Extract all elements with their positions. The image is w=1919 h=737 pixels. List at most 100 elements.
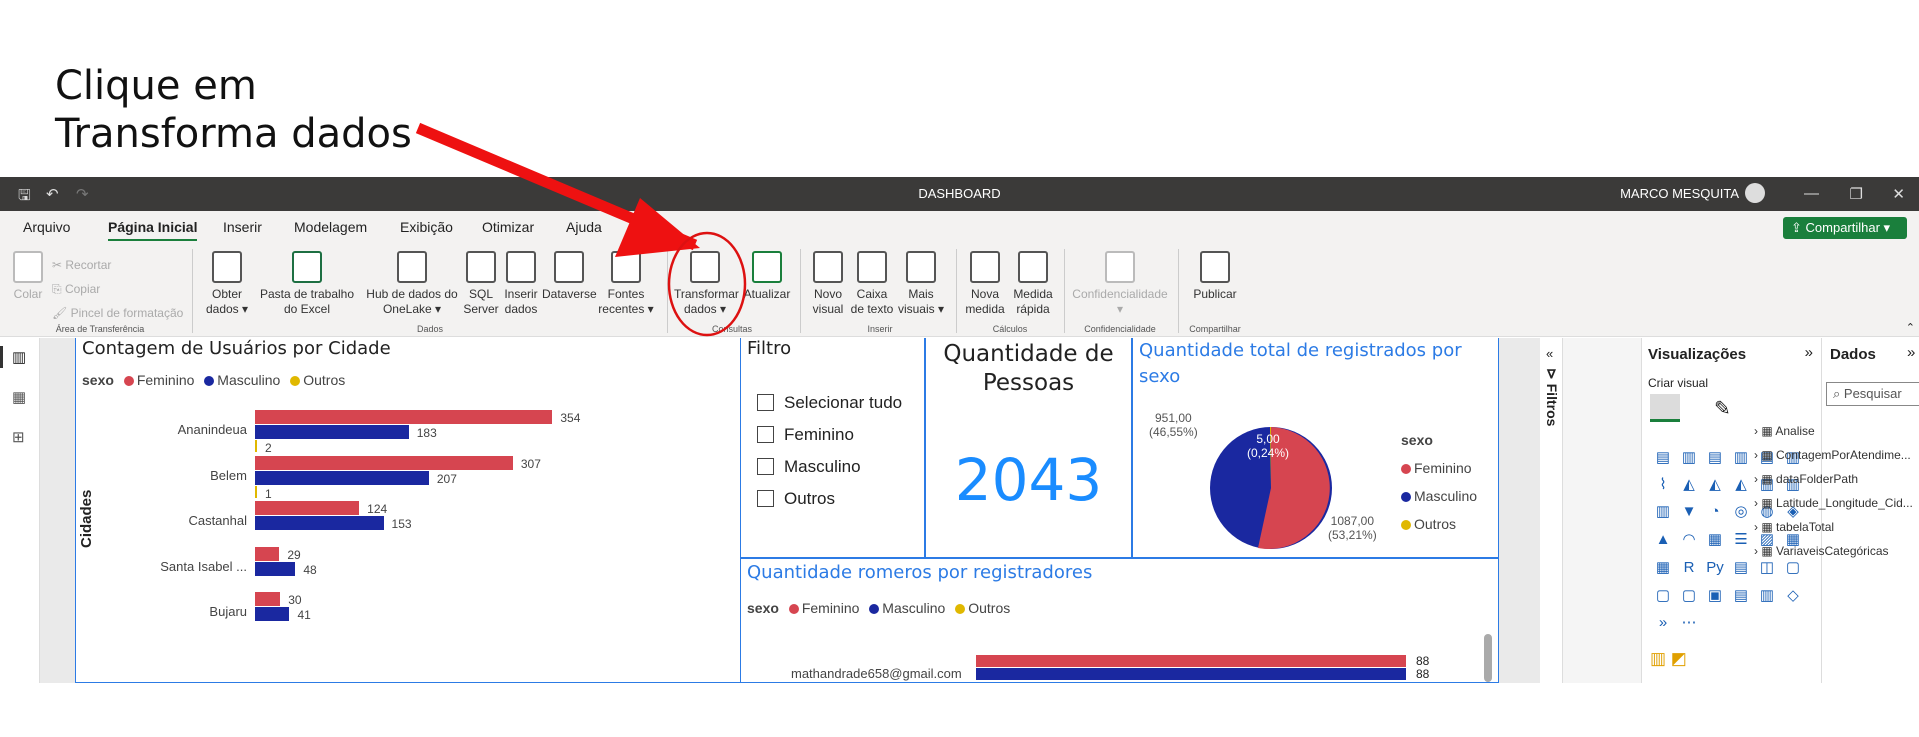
sensitivity-button[interactable]: Confidencialidade ▾ (1068, 251, 1172, 317)
visual-type-icon[interactable]: ▢ (1650, 586, 1676, 613)
visual-type-icon[interactable]: ▥ (1676, 448, 1702, 475)
cut-button[interactable]: ✂ Recortar (52, 253, 183, 277)
bar-outros[interactable] (255, 485, 257, 498)
checkbox-select-all[interactable]: Selecionar tudo (757, 393, 902, 413)
bar-masculino[interactable] (255, 470, 429, 485)
table-item[interactable]: › ▦ ContagemPorAtendime... (1754, 448, 1911, 462)
visual-type-icon[interactable]: ▣ (1702, 586, 1728, 613)
visual-type-icon[interactable]: ▦ (1650, 558, 1676, 585)
visual-type-icon[interactable]: ▤ (1728, 586, 1754, 613)
visual-type-icon[interactable]: Py (1702, 559, 1728, 586)
build-visual-icon[interactable] (1650, 394, 1680, 422)
visual-type-icon[interactable]: ◭ (1702, 475, 1728, 502)
visual-type-icon[interactable]: ▥ (1754, 586, 1780, 613)
bar-outros[interactable] (255, 440, 257, 452)
collapse-data-icon[interactable]: » (1907, 344, 1915, 361)
dataverse-button[interactable]: Dataverse (542, 251, 597, 302)
table-item[interactable]: › ▦ Analise (1754, 424, 1815, 438)
collapse-ribbon-icon[interactable]: ⌃ (1906, 321, 1915, 334)
visual-type-icon[interactable]: ▤ (1650, 448, 1676, 475)
expand-filters-icon[interactable]: « (1546, 346, 1553, 361)
recent-sources-button[interactable]: Fontes recentes ▾ (598, 251, 654, 317)
bar-feminino[interactable] (255, 592, 281, 606)
quick-measure-button[interactable]: Medida rápida (1010, 251, 1056, 317)
publish-button[interactable]: Publicar (1186, 251, 1244, 302)
tab-ajuda[interactable]: Ajuda (566, 219, 602, 235)
visual-type-icon[interactable]: ◔ (1702, 503, 1728, 530)
visual-type-icon[interactable]: ◭ (1676, 475, 1702, 502)
copy-button[interactable]: ⎘ Copiar (52, 277, 183, 301)
visual-type-icon[interactable]: ◠ (1676, 530, 1702, 557)
bar-masculino[interactable] (255, 516, 384, 530)
visual-type-icon[interactable]: ▥ (1728, 448, 1754, 475)
table-item[interactable]: › ▦ tabelaTotal (1754, 520, 1834, 534)
sql-server-button[interactable]: SQL Server (462, 251, 500, 317)
onelake-button[interactable]: Hub de dados do OneLake ▾ (364, 251, 460, 317)
bar-chart-visual[interactable]: Contagem de Usuários por Cidade sexo Fem… (75, 338, 775, 683)
bar-feminino[interactable] (255, 410, 553, 424)
bar-feminino[interactable] (255, 501, 360, 515)
visual-type-icon[interactable]: ▤ (1702, 448, 1728, 475)
bottom-scrollbar[interactable] (1484, 634, 1492, 682)
visual-type-icon[interactable]: ⋯ (1676, 613, 1702, 640)
new-measure-button[interactable]: Nova medida (962, 251, 1008, 317)
visual-type-icon[interactable]: ▦ (1702, 530, 1728, 557)
paste-button[interactable]: Colar (10, 251, 46, 302)
visual-type-icon[interactable]: ◭ (1728, 475, 1754, 502)
visual-type-icon[interactable]: ▢ (1780, 558, 1806, 585)
checkbox-feminino[interactable]: Feminino (757, 425, 854, 445)
tab-otimizar[interactable]: Otimizar (482, 219, 534, 235)
transform-data-button[interactable]: Transformar dados ▾ (674, 251, 739, 317)
textbox-button[interactable]: Caixa de texto (850, 251, 894, 317)
visual-type-icon[interactable]: ▲ (1650, 531, 1676, 558)
visual-type-icon[interactable]: ▥ (1650, 502, 1676, 529)
table-item[interactable]: › ▦ VariaveisCategóricas (1754, 544, 1889, 558)
search-input[interactable]: ⌕ Pesquisar (1826, 382, 1919, 406)
visual-type-icon[interactable]: ▤ (1728, 558, 1754, 585)
visual-type-icon[interactable]: ⌇ (1650, 475, 1676, 502)
tab-modelagem[interactable]: Modelagem (294, 219, 367, 235)
table-item[interactable]: › ▦ dataFolderPath (1754, 472, 1858, 486)
visual-type-icon[interactable]: R (1676, 559, 1702, 586)
bar-feminino[interactable] (255, 546, 280, 561)
pie-chart-visual[interactable]: Quantidade total de registrados por sexo… (1132, 338, 1499, 558)
minimize-icon[interactable]: — (1804, 185, 1819, 202)
bar-feminino[interactable] (255, 455, 513, 470)
collapse-viz-icon[interactable]: » (1805, 344, 1813, 361)
visual-type-icon[interactable]: » (1650, 614, 1676, 641)
tab-arquivo[interactable]: Arquivo (23, 219, 70, 235)
table-item[interactable]: › ▦ Latitude_Longitude_Cid... (1754, 496, 1913, 510)
visual-type-icon[interactable]: ▢ (1676, 586, 1702, 613)
report-view-icon[interactable]: ▥ (12, 348, 26, 366)
checkbox-masculino[interactable]: Masculino (757, 457, 861, 477)
filters-pane[interactable]: « ⊳ Filtros (1540, 338, 1563, 683)
avatar[interactable] (1745, 183, 1765, 203)
bar-masculino[interactable] (255, 561, 296, 576)
share-button[interactable]: ⇪ Compartilhar ▾ (1783, 217, 1907, 239)
model-view-icon[interactable]: ⊞ (12, 428, 25, 446)
tab-exibicao[interactable]: Exibição (400, 219, 453, 235)
visual-type-icon[interactable]: ◫ (1754, 558, 1780, 585)
restore-icon[interactable]: ❐ (1850, 185, 1863, 203)
format-visual-icon[interactable]: ✎ (1714, 396, 1731, 421)
count-card[interactable]: Quantidade de Pessoas 2043 (925, 338, 1132, 558)
refresh-button[interactable]: Atualizar (738, 251, 796, 302)
get-data-button[interactable]: Obter dados ▾ (204, 251, 250, 317)
visual-type-icon[interactable]: ▼ (1676, 503, 1702, 530)
table-view-icon[interactable]: ▦ (12, 388, 26, 406)
tab-inserir[interactable]: Inserir (223, 219, 262, 235)
bar-masculino[interactable] (255, 607, 290, 621)
checkbox-outros[interactable]: Outros (757, 489, 835, 509)
close-icon[interactable]: ✕ (1892, 185, 1905, 203)
insert-data-button[interactable]: Inserir dados (502, 251, 540, 317)
visual-type-icon[interactable]: ☰ (1728, 530, 1754, 557)
format-painter-button[interactable]: 🖌 Pincel de formatação (52, 301, 183, 325)
visual-type-icon[interactable]: ◎ (1728, 502, 1754, 529)
tab-pagina-inicial[interactable]: Página Inicial (108, 219, 198, 241)
visual-type-icon[interactable]: ◇ (1780, 586, 1806, 613)
more-visuals-button[interactable]: Mais visuais ▾ (896, 251, 946, 317)
excel-button[interactable]: Pasta de trabalho do Excel (252, 251, 362, 317)
bar-masculino[interactable] (255, 425, 409, 439)
new-visual-button[interactable]: Novo visual (806, 251, 850, 317)
bottom-bar-chart[interactable]: Quantidade romeros por registradores sex… (740, 558, 1499, 683)
